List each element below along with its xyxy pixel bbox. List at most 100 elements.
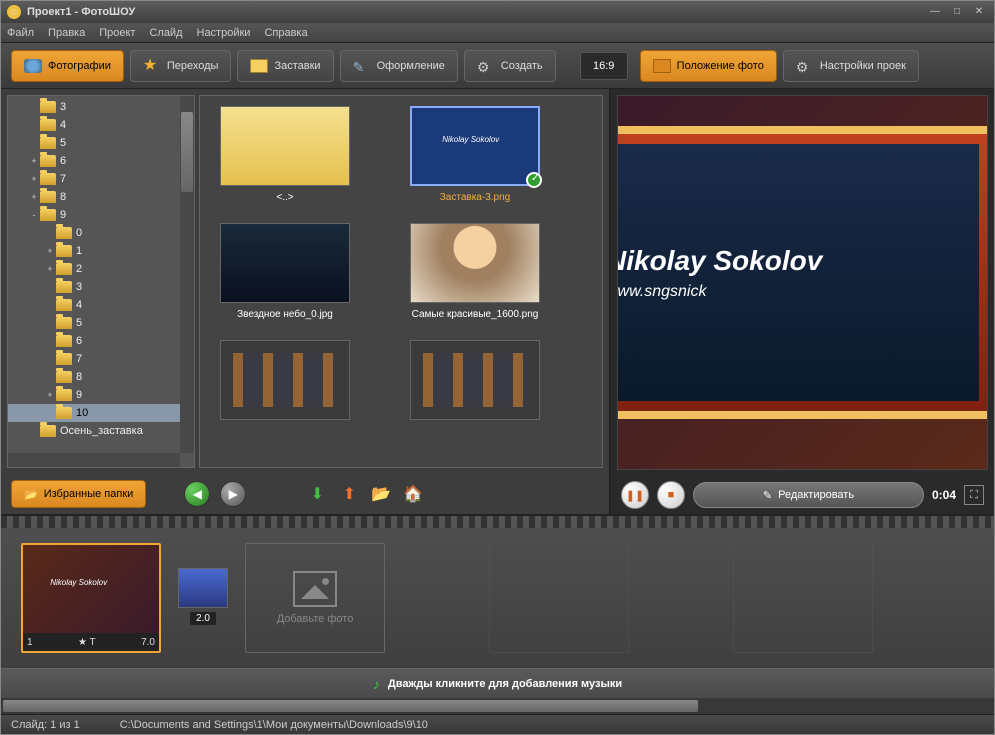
tree-item-2[interactable]: +2	[8, 260, 194, 278]
thumb-parent-label: <..>	[276, 192, 293, 203]
tab-project-settings[interactable]: ⚙ Настройки проек	[783, 50, 919, 82]
tree-item-4[interactable]: 4	[8, 116, 194, 134]
check-icon	[526, 172, 542, 188]
music-note-icon: ♪	[373, 676, 380, 692]
tree-expander-icon[interactable]: -	[28, 210, 40, 220]
thumb-item-2[interactable]: Самые красивые_1600.png	[400, 223, 550, 320]
thumb-item-1[interactable]: Звездное небо_0.jpg	[210, 223, 360, 320]
tree-expander-icon[interactable]: +	[28, 174, 40, 184]
nav-forward-button[interactable]: ▶	[220, 481, 246, 507]
menu-settings[interactable]: Настройки	[197, 27, 251, 39]
tree-expander-icon[interactable]: +	[28, 192, 40, 202]
tab-photos[interactable]: Фотографии	[11, 50, 124, 82]
maximize-button[interactable]: □	[948, 5, 966, 19]
menu-project[interactable]: Проект	[99, 27, 135, 39]
tree-item-4[interactable]: 4	[8, 296, 194, 314]
tree-item-5[interactable]: 5	[8, 134, 194, 152]
open-folder-button[interactable]: 📂	[370, 483, 392, 505]
tree-scroll-thumb[interactable]	[181, 112, 193, 192]
tree-item-8[interactable]: +8	[8, 188, 194, 206]
home-folder-button[interactable]: 🏠	[402, 483, 424, 505]
add-photo-slot[interactable]: Добавьте фото	[245, 543, 385, 653]
folder-tree[interactable]: 345+6+7+8-90+1+2345678+910Осень_заставка	[7, 95, 195, 468]
slide-1-star-icon[interactable]: ★ T	[78, 637, 96, 648]
camera-icon	[24, 59, 42, 73]
empty-transition-slot-2[interactable]	[641, 543, 721, 653]
edit-button[interactable]: ✎ Редактировать	[693, 482, 924, 508]
tree-scrollbar-vertical[interactable]	[180, 96, 194, 453]
tree-expander-icon[interactable]: +	[44, 246, 56, 256]
thumb-box	[410, 340, 540, 420]
tree-expander-icon[interactable]: +	[44, 390, 56, 400]
tree-item-9[interactable]: +9	[8, 386, 194, 404]
tree-item-label: 9	[60, 209, 66, 221]
tree-item-8[interactable]: 8	[8, 368, 194, 386]
tree-item-0[interactable]: 0	[8, 224, 194, 242]
menu-slide[interactable]: Слайд	[149, 27, 182, 39]
image-icon	[250, 59, 268, 73]
tab-transitions[interactable]: ★ Переходы	[130, 50, 232, 82]
thumb-label: Заставка-3.png	[440, 192, 510, 203]
timeline-scrollbar[interactable]	[1, 698, 994, 714]
nav-back-button[interactable]: ◀	[184, 481, 210, 507]
tree-expander-icon[interactable]: +	[44, 264, 56, 274]
tab-create[interactable]: ⚙ Создать	[464, 50, 556, 82]
tree-item-3[interactable]: 3	[8, 278, 194, 296]
aspect-ratio[interactable]: 16:9	[580, 52, 628, 80]
thumb-item-4[interactable]	[400, 340, 550, 426]
empty-slide-slot-2[interactable]	[489, 543, 629, 653]
tree-item-label: 5	[60, 137, 66, 149]
download-button[interactable]: ⬇	[306, 483, 328, 505]
tree-scrollbar-horizontal[interactable]	[8, 453, 180, 467]
tree-item-6[interactable]: 6	[8, 332, 194, 350]
upload-button[interactable]: ⬆	[338, 483, 360, 505]
thumb-item-3[interactable]	[210, 340, 360, 426]
tab-transitions-label: Переходы	[167, 60, 219, 72]
tab-photopos-label: Положение фото	[677, 60, 764, 72]
pause-button[interactable]: ❚❚	[621, 481, 649, 509]
brush-icon: ✎	[353, 59, 371, 73]
transition-1[interactable]: 2.0	[173, 568, 233, 628]
empty-transition-slot[interactable]	[397, 543, 477, 653]
timeline-scroll-thumb[interactable]	[3, 700, 698, 712]
thumb-parent-folder[interactable]: <..>	[210, 106, 360, 203]
slide-1-duration[interactable]: 7.0	[141, 637, 155, 648]
stop-button[interactable]: ■	[657, 481, 685, 509]
tree-item-3[interactable]: 3	[8, 98, 194, 116]
menu-edit[interactable]: Правка	[48, 27, 85, 39]
menu-help[interactable]: Справка	[264, 27, 307, 39]
tree-expander-icon[interactable]: +	[28, 156, 40, 166]
tree-item-7[interactable]: +7	[8, 170, 194, 188]
tab-design[interactable]: ✎ Оформление	[340, 50, 458, 82]
tree-item-7[interactable]: 7	[8, 350, 194, 368]
slide-1-preview: Nikolay Sokolov	[23, 545, 159, 633]
tree-item-1[interactable]: +1	[8, 242, 194, 260]
preview-viewport[interactable]: Nikolay Sokolov www.sngsnick	[617, 95, 988, 470]
slide-1-number: 1	[27, 637, 33, 648]
tree-item-6[interactable]: +6	[8, 152, 194, 170]
menu-file[interactable]: Файл	[7, 27, 34, 39]
tree-item-10[interactable]: 10	[8, 404, 194, 422]
empty-slide-slot-3[interactable]	[733, 543, 873, 653]
slide-1[interactable]: Nikolay Sokolov 1 ★ T 7.0	[21, 543, 161, 653]
folder-icon	[40, 173, 56, 185]
folder-icon	[40, 425, 56, 437]
main-window: ☺ Проект1 - ФотоШОУ — □ ✕ Файл Правка Пр…	[0, 0, 995, 735]
tab-create-label: Создать	[501, 60, 543, 72]
tab-splash[interactable]: Заставки	[237, 50, 333, 82]
thumb-item-0[interactable]: Заставка-3.png	[400, 106, 550, 203]
tree-item-Осень_заставка[interactable]: Осень_заставка	[8, 422, 194, 440]
close-button[interactable]: ✕	[970, 5, 988, 19]
slide-1-footer: 1 ★ T 7.0	[23, 633, 159, 651]
minimize-button[interactable]: —	[926, 5, 944, 19]
music-track[interactable]: ♪ Дважды кликните для добавления музыки	[1, 668, 994, 698]
thumb-label: Звездное небо_0.jpg	[237, 309, 333, 320]
favorites-button[interactable]: 📂 Избранные папки	[11, 480, 146, 508]
tab-photo-position[interactable]: Положение фото	[640, 50, 777, 82]
fullscreen-button[interactable]: ⛶	[964, 485, 984, 505]
transition-1-duration[interactable]: 2.0	[190, 612, 216, 625]
tree-item-5[interactable]: 5	[8, 314, 194, 332]
tree-item-9[interactable]: -9	[8, 206, 194, 224]
folder-fav-icon: 📂	[24, 488, 38, 501]
tab-photos-label: Фотографии	[48, 60, 111, 72]
